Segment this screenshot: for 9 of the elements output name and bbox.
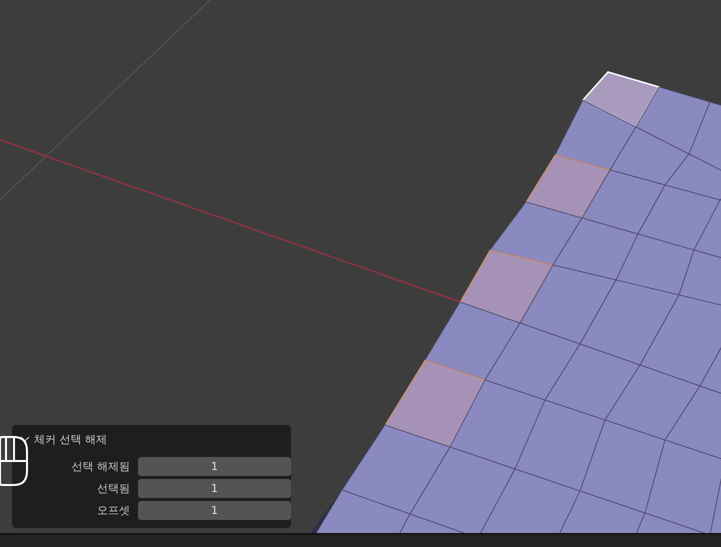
field-label: 선택됨 bbox=[96, 481, 130, 497]
number-field[interactable]: 1 bbox=[138, 479, 291, 498]
number-field[interactable]: 1 bbox=[138, 501, 291, 520]
panel-title: 체커 선택 해제 bbox=[34, 432, 107, 446]
field-label: 오프셋 bbox=[96, 503, 130, 519]
chevron-icon[interactable] bbox=[20, 434, 30, 444]
number-field[interactable]: 1 bbox=[138, 457, 291, 476]
field-label: 선택 해제됨 bbox=[70, 459, 130, 475]
mouse-icon bbox=[0, 435, 30, 487]
